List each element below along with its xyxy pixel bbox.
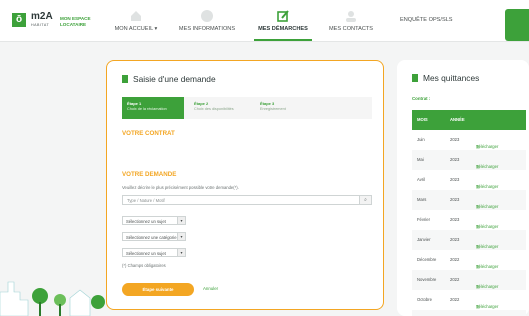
step-2: Étape 2 Choix des disponibilités (194, 101, 234, 111)
nav-mes-demarches[interactable]: MES DÉMARCHES (254, 9, 312, 41)
home-icon (131, 11, 141, 21)
mois-cell: Février (417, 217, 431, 222)
nav-label: MES DÉMARCHES (258, 26, 308, 32)
table-row: Mars 2023 ▤ Télécharger (412, 190, 526, 210)
stepper: Étape 1 Choix de la réclamation Étape 2 … (122, 97, 372, 119)
contrat-label: Contrat : (412, 96, 431, 101)
mois-cell: Mars (417, 197, 427, 202)
nav-enquete[interactable]: ENQUÊTE OPS/SLS (400, 17, 453, 23)
contacts-icon (346, 11, 356, 22)
mois-cell: Octobre (417, 297, 432, 302)
mois-cell: Janvier (417, 237, 431, 242)
nav-label: MON ACCUEIL ▾ (114, 26, 158, 32)
section-contrat: VOTRE CONTRAT (122, 130, 175, 137)
annee-cell: 2023 (450, 197, 460, 202)
nav-mon-accueil[interactable]: MON ACCUEIL ▾ (112, 9, 160, 41)
table-row: Octobre 2022 ▤ Télécharger (417, 297, 499, 309)
annee-cell: 2023 (450, 177, 460, 182)
table-row: Mai 2023 ▤ Télécharger (412, 150, 526, 170)
brand-name: m2A (31, 11, 53, 22)
search-icon[interactable]: ⌕ (359, 196, 371, 204)
table-row: Septembre2022▤ Télécharger (412, 310, 526, 316)
table-row: Janvier 2023 ▤ Télécharger (412, 230, 526, 250)
top-navigation: ō m2A HABITAT MON ESPACE LOCATAIRE MON A… (0, 0, 529, 42)
annee-cell: 2022 (450, 257, 460, 262)
document-icon (412, 74, 418, 82)
quittances-card: Mes quittances Contrat : MOIS ANNÉE Juin… (397, 60, 529, 316)
subject-select-2[interactable]: Sélectionnez un sujet ▾ (122, 248, 186, 257)
brand-subtitle: HABITAT (31, 23, 50, 27)
card-title: Saisie d'une demande (122, 74, 216, 84)
quittances-title: Mes quittances (412, 73, 479, 83)
step-3: Étape 3 Enregistrement (260, 101, 286, 111)
nav-label: MES INFORMATIONS (178, 26, 236, 32)
annee-cell: 2023 (450, 137, 460, 142)
demande-hint: Veuillez décrire le plus précisément pos… (122, 185, 239, 190)
quittances-table-header: MOIS ANNÉE (412, 110, 526, 130)
mois-cell: Mai (417, 157, 424, 162)
next-step-button[interactable]: Étape suivante (122, 283, 194, 296)
mois-cell: Juin (417, 137, 425, 142)
table-row: Décembre 2022 ▤ Télécharger (417, 257, 499, 269)
nav-label: MES CONTACTS (328, 26, 374, 32)
annee-cell: 2023 (450, 217, 460, 222)
required-note: (*) Champs obligatoires (122, 263, 166, 268)
annee-cell: 2023 (450, 237, 460, 242)
table-row: Février 2023 ▤ Télécharger (417, 217, 499, 229)
brand-logo[interactable]: ō (12, 13, 26, 27)
mois-cell: Novembre (417, 277, 437, 282)
demande-card: Saisie d'une demande Étape 1 Choix de la… (106, 60, 384, 310)
mois-cell: Décembre (417, 257, 437, 262)
table-row: Juin 2023 ▤ Télécharger (417, 137, 499, 149)
category-select[interactable]: Sélectionnez une catégorie ▾ (122, 232, 186, 241)
nav-mes-informations[interactable]: MES INFORMATIONS (175, 9, 239, 41)
chevron-down-icon: ▾ (177, 233, 185, 240)
nav-mes-contacts[interactable]: MES CONTACTS (326, 9, 376, 41)
annee-cell: 2022 (450, 297, 460, 302)
user-menu-button[interactable] (505, 9, 529, 41)
annee-cell: 2022 (450, 277, 460, 282)
chevron-down-icon: ▾ (177, 217, 185, 224)
info-icon (201, 10, 213, 22)
table-row: Novembre 2022 ▤ Télécharger (412, 270, 526, 290)
type-nature-motif-input[interactable]: Type / Nature / Motif ⌕ (122, 195, 372, 205)
espace-locataire-label: MON ESPACE LOCATAIRE (60, 16, 91, 27)
table-row: Avril 2023 ▤ Télécharger (417, 177, 499, 189)
step-1: Étape 1 Choix de la réclamation (122, 97, 184, 119)
edit-icon (277, 10, 289, 22)
landscape-illustration (0, 281, 105, 316)
subject-select[interactable]: Sélectionnez un sujet ▾ (122, 216, 186, 225)
cancel-link[interactable]: Annuler (203, 286, 218, 291)
chevron-down-icon: ▾ (177, 249, 185, 256)
document-icon (122, 75, 128, 83)
annee-cell: 2023 (450, 157, 460, 162)
section-demande: VOTRE DEMANDE (122, 171, 177, 178)
app-frame: ō m2A HABITAT MON ESPACE LOCATAIRE MON A… (0, 0, 529, 316)
mois-cell: Avril (417, 177, 426, 182)
